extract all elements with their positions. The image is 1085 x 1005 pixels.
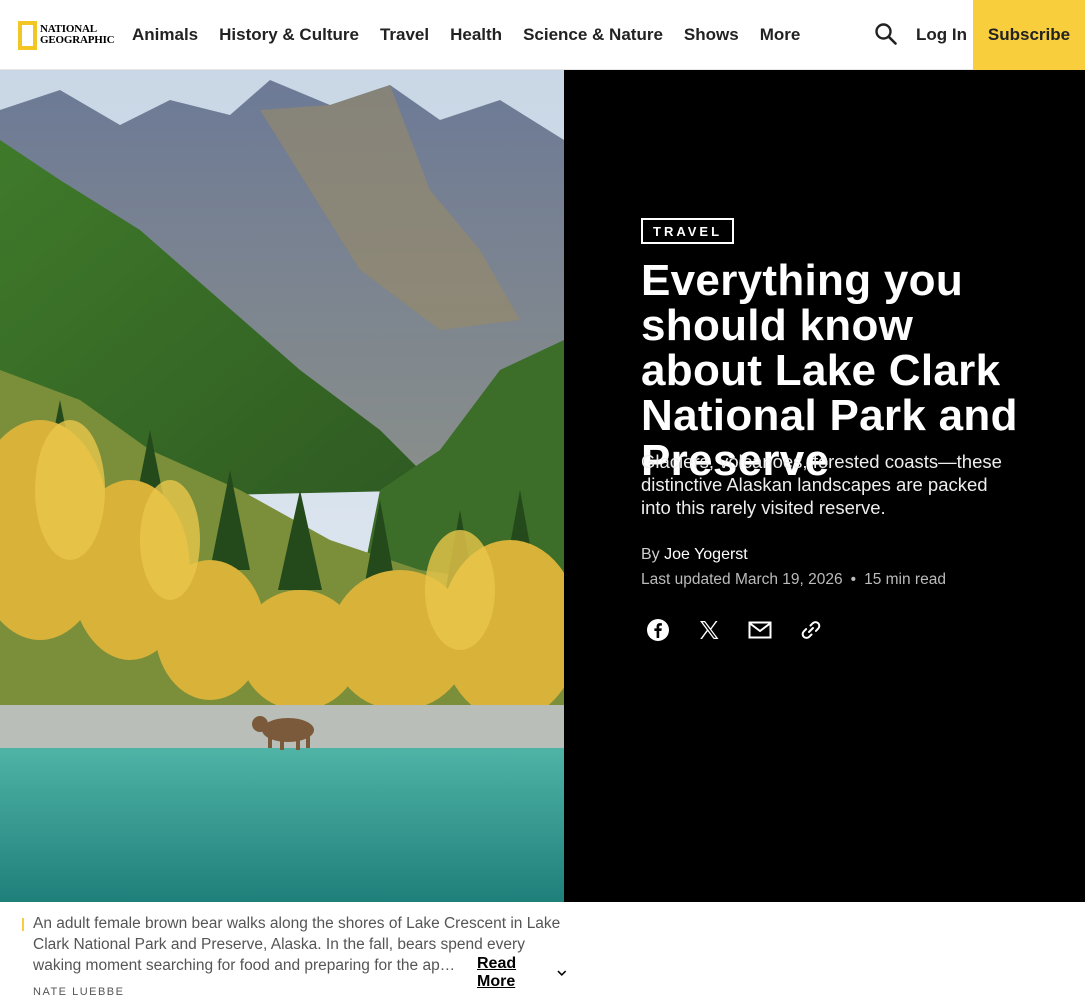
photo-credit: NATE LUEBBE [33,986,125,998]
hero-image [0,70,564,902]
logo-yellow-border-icon [18,20,37,50]
nav-item-travel[interactable]: Travel [380,25,429,45]
share-bar [644,618,824,642]
byline-prefix: By [641,546,660,563]
logo-line-2: GEOGRAPHIC [40,34,115,46]
author-link[interactable]: Joe Yogerst [664,546,748,563]
article-hero-panel: TRAVEL Everything you should know about … [564,70,1085,902]
site-header: NATIONAL GEOGRAPHIC Animals History & Cu… [0,0,1085,70]
facebook-icon[interactable] [644,618,671,642]
read-more-button[interactable]: Read More [474,955,567,991]
link-icon[interactable] [797,618,824,642]
last-updated: Last updated March 19, 2026 [641,571,843,588]
category-tag[interactable]: TRAVEL [641,218,735,244]
login-link[interactable]: Log In [916,0,967,70]
nav-item-health[interactable]: Health [450,25,502,45]
byline: By Joe Yogerst [641,546,748,564]
nav-item-shows[interactable]: Shows [684,25,739,45]
caption-accent-bar [22,918,24,931]
natgeo-logo[interactable]: NATIONAL GEOGRAPHIC [18,20,115,50]
chevron-down-icon [557,970,567,977]
email-icon[interactable] [746,618,773,642]
meta-separator: • [850,571,857,588]
nav-item-more[interactable]: More [760,25,801,45]
x-icon[interactable] [695,618,722,642]
subscribe-button[interactable]: Subscribe [973,0,1085,70]
search-icon[interactable] [874,22,898,46]
article-dek: Glaciers, volcanoes, forested coasts—the… [641,451,1002,518]
nav-item-animals[interactable]: Animals [132,25,198,45]
nav-item-science-nature[interactable]: Science & Nature [523,25,663,45]
lake-landscape-image [0,70,564,902]
read-more-label: Read More [477,955,517,990]
main-nav: Animals History & Culture Travel Health … [132,0,800,70]
nav-item-history-culture[interactable]: History & Culture [219,25,359,45]
article-meta: Last updated March 19, 2026 • 15 min rea… [641,571,946,589]
logo-wordmark: NATIONAL GEOGRAPHIC [40,24,115,46]
read-time: 15 min read [864,571,946,588]
